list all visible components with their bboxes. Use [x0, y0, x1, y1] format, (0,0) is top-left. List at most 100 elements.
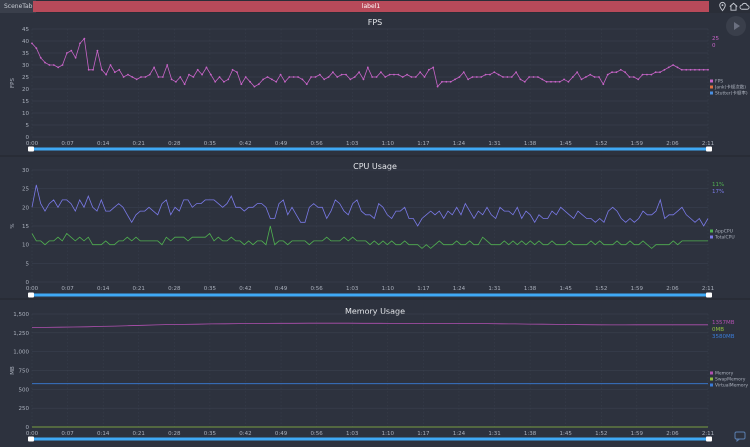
fps-time-scrollbar[interactable] [29, 147, 711, 151]
memory-series-line-0 [31, 322, 708, 328]
fps-legend-label: Stutter(卡顿率) [715, 90, 748, 97]
memory-x-tick-label: 1:59 [631, 431, 644, 437]
fps-data-point [118, 68, 121, 71]
fps-data-point [637, 78, 640, 81]
memory-y-tick-label: 1,250 [13, 331, 29, 337]
fps-legend-label: FPS [715, 79, 723, 85]
memory-y-tick-label: 500 [19, 387, 30, 393]
memory-x-tick-label: 1:03 [346, 431, 359, 437]
fps-data-point [188, 73, 190, 76]
fps-scroll-handle-left[interactable] [28, 146, 34, 152]
cpu-y-axis-label: % [10, 223, 16, 228]
cpu-y-tick-label: 5 [26, 261, 30, 267]
fps-data-point [236, 71, 238, 74]
fps-data-point [484, 73, 487, 76]
cpu-x-tick-label: 1:45 [560, 286, 573, 292]
fps-x-tick-label: 1:31 [488, 141, 500, 147]
fps-data-point [397, 73, 400, 76]
memory-x-tick-label: 0:42 [239, 431, 251, 437]
fps-data-point [179, 76, 182, 78]
cpu-legend-label: AppCPU [715, 229, 733, 235]
fps-x-tick-label: 0:21 [133, 141, 145, 147]
fps-data-point [358, 71, 360, 74]
cpu-series-line-1 [31, 184, 709, 227]
chat-icon[interactable] [734, 430, 746, 442]
fps-data-point [515, 71, 518, 74]
fps-data-point [131, 76, 134, 78]
fps-data-point [192, 76, 195, 78]
fps-chart-title: FPS [368, 18, 383, 27]
cpu-x-tick-label: 1:17 [417, 286, 430, 292]
fps-data-point [510, 76, 513, 78]
fps-data-point [554, 80, 557, 83]
fps-data-point [292, 76, 295, 78]
fps-data-point [349, 78, 352, 81]
fps-data-point [606, 73, 609, 76]
cpu-legend-label: TotalCPU [714, 235, 735, 241]
fps-data-point [558, 80, 561, 83]
memory-x-tick-label: 1:17 [417, 431, 430, 437]
fps-data-point [445, 80, 448, 83]
cpu-y-tick-label: 20 [22, 205, 29, 211]
fps-data-point [707, 68, 709, 71]
fps-y-tick-label: 45 [22, 27, 29, 33]
fps-y-tick-label: 20 [22, 87, 29, 93]
fps-data-point [70, 49, 73, 52]
fps-data-point [589, 73, 592, 76]
fps-data-point [598, 76, 600, 78]
memory-x-tick-label: 0:49 [275, 431, 288, 437]
fps-data-point [109, 64, 112, 66]
fps-data-point [393, 73, 395, 76]
memory-x-tick-label: 1:10 [382, 431, 395, 437]
play-icon [734, 22, 740, 30]
fps-y-tick-label: 30 [22, 63, 29, 69]
memory-x-tick-label: 0:00 [26, 431, 39, 437]
memory-x-tick-label: 0:56 [310, 431, 323, 437]
fps-data-point [410, 76, 413, 78]
fps-data-point [209, 73, 212, 76]
fps-data-point [65, 52, 68, 54]
memory-scroll-handle-right[interactable] [706, 436, 712, 442]
cpu-time-scrollbar[interactable] [29, 293, 711, 297]
fps-data-point [227, 78, 230, 81]
fps-data-point [497, 73, 500, 76]
cpu-scroll-handle-left[interactable] [28, 292, 34, 298]
fps-data-point [493, 71, 496, 74]
fps-data-point [401, 76, 404, 78]
memory-x-tick-label: 1:31 [488, 431, 500, 437]
fps-data-point [388, 73, 391, 76]
fps-data-point [222, 80, 225, 83]
fps-data-point [467, 78, 470, 81]
fps-x-tick-label: 1:17 [417, 141, 430, 147]
memory-chart-title: Memory Usage [345, 307, 405, 316]
fps-scroll-handle-right[interactable] [706, 146, 712, 152]
fps-data-point [327, 76, 330, 78]
fps-data-point [262, 78, 265, 81]
fps-data-point [576, 71, 579, 74]
memory-x-tick-label: 0:21 [133, 431, 145, 437]
fps-data-point [441, 80, 443, 83]
cpu-x-tick-label: 2:11 [702, 286, 714, 292]
fps-data-point [31, 42, 33, 45]
memory-x-tick-label: 2:11 [702, 431, 714, 437]
cpu-scroll-handle-right[interactable] [706, 292, 712, 298]
fps-x-tick-label: 1:10 [382, 141, 395, 147]
memory-current-value: 3580MB [712, 334, 735, 340]
fps-data-point [218, 76, 221, 78]
cpu-x-tick-label: 0:35 [204, 286, 217, 292]
cpu-x-tick-label: 1:24 [453, 286, 466, 292]
cpu-x-tick-label: 1:38 [524, 286, 537, 292]
cpu-x-tick-label: 0:00 [26, 286, 39, 292]
fps-y-tick-label: 40 [22, 39, 29, 45]
memory-time-scrollbar[interactable] [29, 437, 711, 441]
fps-data-point [83, 37, 86, 40]
fps-data-point [253, 85, 256, 88]
fps-data-point [279, 73, 282, 76]
memory-scroll-handle-left[interactable] [28, 436, 34, 442]
play-button[interactable] [726, 16, 746, 36]
fps-data-point [74, 56, 77, 59]
fps-data-point [96, 49, 99, 52]
fps-data-point [624, 71, 627, 74]
fps-data-point [170, 78, 173, 81]
fps-series-line-0 [31, 37, 708, 88]
